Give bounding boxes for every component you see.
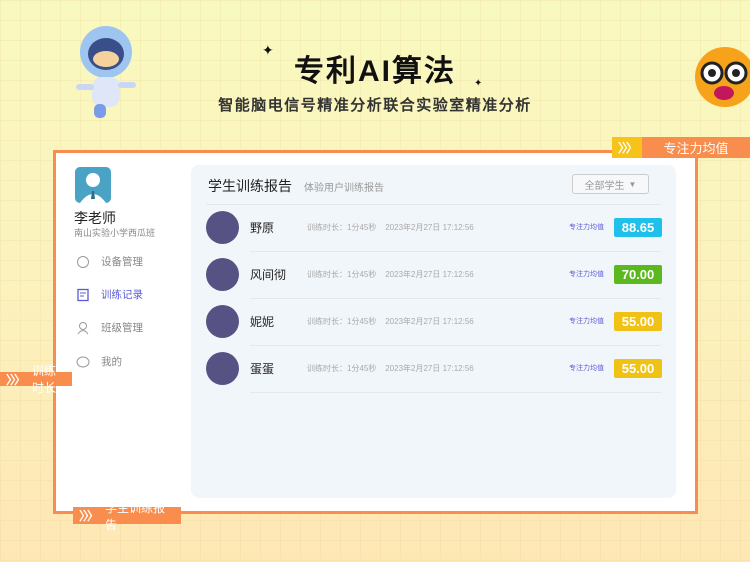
report-icon	[77, 288, 89, 301]
student-name: 风间彻	[250, 267, 287, 282]
student-row[interactable]: 妮妮 训练时长：1分45秒 2023年2月27日 17:12:56 专注力均值 …	[206, 303, 662, 339]
student-filter-dropdown[interactable]: 全部学生 ▼	[572, 174, 649, 194]
student-row[interactable]: 野原 训练时长：1分45秒 2023年2月27日 17:12:56 专注力均值 …	[206, 209, 662, 245]
report-title: 学生训练报告	[208, 178, 292, 194]
caret-down-icon: ▼	[628, 179, 637, 189]
teacher-school: 南山实验小学西瓜班	[74, 228, 156, 238]
focus-score: 55.00	[614, 311, 662, 331]
chevron-icon: 〉〉〉	[6, 372, 26, 387]
report-subtitle: 体验用户训练报告	[304, 183, 384, 194]
sidebar-item-label: 设备管理	[101, 256, 143, 268]
duration-tag: 〉〉〉 训练时长	[0, 364, 72, 395]
student-avatar	[206, 304, 239, 338]
sidebar-item-mine[interactable]: 我的	[76, 354, 122, 369]
student-row[interactable]: 风间彻 训练时长：1分45秒 2023年2月27日 17:12:56 专注力均值…	[206, 256, 662, 292]
focus-label: 专注力均值	[569, 224, 604, 231]
class-icon	[77, 321, 89, 334]
training-meta: 训练时长：1分45秒 2023年2月27日 17:12:56	[307, 269, 474, 279]
tag-label: 学生训练报告	[105, 500, 166, 532]
sidebar-item-label: 班级管理	[101, 322, 143, 334]
focus-score: 70.00	[614, 264, 662, 284]
student-name: 妮妮	[250, 314, 275, 329]
sidebar-item-class[interactable]: 班级管理	[76, 320, 143, 335]
divider	[250, 251, 661, 252]
divider	[206, 204, 661, 205]
sidebar-item-label: 训练记录	[101, 289, 143, 301]
filter-label: 全部学生	[584, 180, 625, 192]
training-meta: 训练时长：1分45秒 2023年2月27日 17:12:56	[307, 363, 474, 373]
page-subtitle: 智能脑电信号精准分析联合实验室精准分析	[218, 97, 532, 114]
profile-icon	[76, 356, 90, 367]
focus-score: 55.00	[614, 358, 662, 378]
sidebar-item-label: 我的	[101, 356, 122, 368]
focus-tag: 〉〉〉 专注力均值	[612, 137, 750, 158]
student-avatar	[206, 210, 239, 244]
student-avatar	[206, 257, 239, 291]
student-name: 蛋蛋	[250, 361, 275, 376]
tag-label: 训练时长	[32, 364, 57, 395]
student-name: 野原	[250, 220, 275, 235]
tag-label: 专注力均值	[663, 141, 729, 156]
divider	[250, 345, 661, 346]
focus-label: 专注力均值	[569, 271, 604, 278]
chevron-icon: 〉〉〉	[612, 137, 642, 158]
focus-score: 88.65	[614, 217, 662, 237]
teacher-avatar	[75, 167, 111, 203]
student-row[interactable]: 蛋蛋 训练时长：1分45秒 2023年2月27日 17:12:56 专注力均值 …	[206, 350, 662, 386]
student-avatar	[206, 351, 239, 385]
focus-label: 专注力均值	[569, 365, 604, 372]
training-meta: 训练时长：1分45秒 2023年2月27日 17:12:56	[307, 222, 474, 232]
sidebar-item-devices[interactable]: 设备管理	[76, 254, 143, 269]
divider	[250, 392, 661, 393]
teacher-name: 李老师	[74, 210, 116, 226]
divider	[250, 298, 661, 299]
sidebar-item-records[interactable]: 训练记录	[76, 287, 143, 302]
training-meta: 训练时长：1分45秒 2023年2月27日 17:12:56	[307, 316, 474, 326]
report-tag: 〉〉〉 学生训练报告	[73, 501, 181, 532]
focus-label: 专注力均值	[569, 318, 604, 325]
brain-icon	[77, 255, 89, 268]
page-title: 专利AI算法	[294, 55, 456, 88]
chevron-icon: 〉〉〉	[79, 509, 99, 523]
